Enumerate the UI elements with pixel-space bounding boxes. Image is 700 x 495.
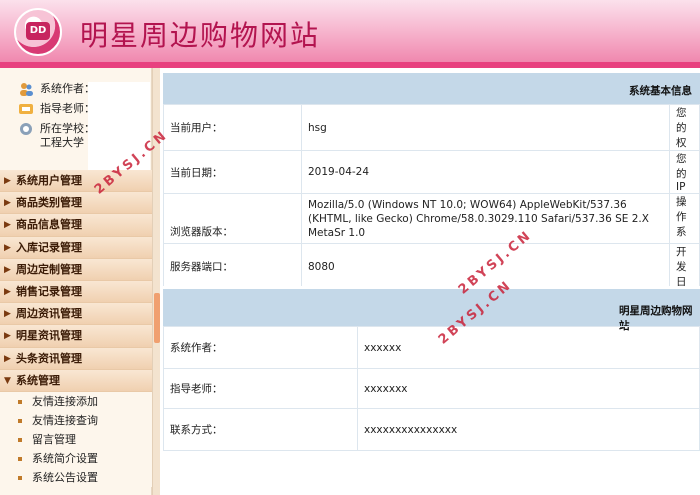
row-label: 指导老师： <box>163 368 358 409</box>
submenu-intro-settings[interactable]: 系统简介设置 <box>0 448 152 468</box>
submenu-link-add[interactable]: 友情连接添加 <box>0 391 152 411</box>
row-label: 服务器端口： <box>163 243 302 290</box>
site-info-table: 系统作者： xxxxxx 指导老师： xxxxxxx 联系方式： xxxxxxx… <box>163 326 700 451</box>
submenu-message-mgmt[interactable]: 留言管理 <box>0 429 152 449</box>
bullet-icon <box>18 399 22 404</box>
chevron-right-icon: ▶ <box>4 198 11 209</box>
menu-star-news-mgmt[interactable]: ▶ 明星资讯管理 <box>0 325 152 348</box>
info-author-row: 系统作者： <box>10 82 150 102</box>
row-extra: 开发日 <box>669 243 700 290</box>
menu-sales-mgmt[interactable]: ▶ 销售记录管理 <box>0 280 152 304</box>
system-info-header: 系统基本信息 <box>163 70 700 104</box>
row-label: 当前日期： <box>163 150 302 194</box>
site-title: 明星周边购物网站 <box>80 19 321 52</box>
row-extra: 您的IP <box>669 150 700 194</box>
menu-stock-mgmt[interactable]: ▶ 入库记录管理 <box>0 236 152 259</box>
table-row: 浏览器版本： Mozilla/5.0 (Windows NT 10.0; WOW… <box>163 193 700 244</box>
row-label: 系统作者： <box>163 326 358 369</box>
chevron-right-icon: ▶ <box>4 242 11 253</box>
chevron-down-icon: ▼ <box>4 375 11 386</box>
sidebar: 系统作者： 指导老师： 所在学校： 工程大学 ▶ 系统用户管理 ▶ 商品类别管理 ▶… <box>0 68 152 495</box>
bullet-icon <box>18 418 22 423</box>
system-info-table: 当前用户： hsg 您的权 当前日期： 2019-04-24 您的IP 浏览器版… <box>163 104 700 290</box>
chevron-right-icon: ▶ <box>4 331 11 342</box>
bullet-icon <box>18 456 22 461</box>
system-info-title: 系统基本信息 <box>629 85 692 97</box>
bullet-icon <box>18 437 22 442</box>
site-info-header: 明星周边购物网站 <box>163 286 700 332</box>
info-school-row: 所在学校： <box>10 122 150 142</box>
row-label: 浏览器版本： <box>163 193 302 244</box>
chevron-right-icon: ▶ <box>4 264 11 275</box>
menu-product-mgmt[interactable]: ▶ 商品信息管理 <box>0 214 152 237</box>
row-value: hsg <box>301 104 670 151</box>
table-row: 指导老师： xxxxxxx <box>163 368 700 409</box>
info-school-label: 所在学校： <box>40 122 95 135</box>
info-author-label: 系统作者： <box>40 82 95 95</box>
collapse-toggle-button[interactable] <box>154 293 160 343</box>
row-extra: 操作系 <box>669 193 700 244</box>
site-logo: DD <box>14 8 62 56</box>
table-row: 联系方式： xxxxxxxxxxxxxxx <box>163 408 700 451</box>
row-extra: 您的权 <box>669 104 700 151</box>
menu-category-mgmt[interactable]: ▶ 商品类别管理 <box>0 192 152 215</box>
row-value: xxxxxxx <box>357 368 700 409</box>
chevron-right-icon: ▶ <box>4 286 11 297</box>
main-content: 系统基本信息 当前用户： hsg 您的权 当前日期： 2019-04-24 您的… <box>163 68 700 495</box>
school-icon <box>20 123 32 135</box>
bullet-icon <box>18 475 22 480</box>
table-row: 当前日期： 2019-04-24 您的IP <box>163 150 700 194</box>
table-row: 服务器端口： 8080 开发日 <box>163 243 700 290</box>
row-value: Mozilla/5.0 (Windows NT 10.0; WOW64) App… <box>301 193 670 244</box>
sidebar-menu: ▶ 系统用户管理 ▶ 商品类别管理 ▶ 商品信息管理 ▶ 入库记录管理 ▶ 周边定制管理 … <box>0 170 152 487</box>
row-label: 当前用户： <box>163 104 302 151</box>
table-row: 当前用户： hsg 您的权 <box>163 104 700 151</box>
chevron-right-icon: ▶ <box>4 309 11 320</box>
logo-text: DD <box>26 22 50 40</box>
info-teacher-label: 指导老师： <box>40 102 95 115</box>
info-teacher-row: 指导老师： <box>10 102 150 122</box>
chevron-right-icon: ▶ <box>4 176 11 186</box>
submenu-link-query[interactable]: 友情连接查询 <box>0 410 152 430</box>
submenu-notice-settings[interactable]: 系统公告设置 <box>0 467 152 487</box>
teacher-icon <box>19 104 33 114</box>
row-value: xxxxxx <box>357 326 700 369</box>
menu-system-mgmt[interactable]: ▼ 系统管理 <box>0 369 152 392</box>
row-value: 2019-04-24 <box>301 150 670 194</box>
menu-merch-news-mgmt[interactable]: ▶ 周边资讯管理 <box>0 303 152 326</box>
row-value: xxxxxxxxxxxxxxx <box>357 408 700 451</box>
table-row: 系统作者： xxxxxx <box>163 326 700 369</box>
row-label: 联系方式： <box>163 408 358 451</box>
chevron-right-icon: ▶ <box>4 220 11 231</box>
menu-headline-mgmt[interactable]: ▶ 头条资讯管理 <box>0 347 152 370</box>
site-header: DD 明星周边购物网站 <box>0 0 700 66</box>
users-icon <box>20 83 33 96</box>
menu-custom-mgmt[interactable]: ▶ 周边定制管理 <box>0 258 152 281</box>
chevron-right-icon: ▶ <box>4 353 11 364</box>
